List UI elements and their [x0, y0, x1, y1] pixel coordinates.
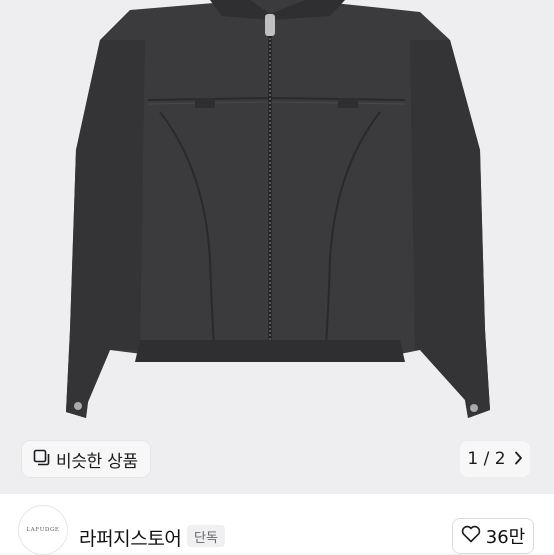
like-count: 36만	[485, 527, 526, 548]
heart-icon	[461, 525, 481, 547]
pager-count: 1 / 2	[467, 449, 506, 469]
product-image[interactable]	[0, 0, 554, 494]
similar-items-icon	[33, 449, 50, 470]
jacket-illustration	[66, 0, 490, 418]
similar-items-label: 비슷한 상품	[56, 451, 138, 472]
image-pager[interactable]: 1 / 2	[460, 441, 530, 477]
exclusive-badge: 단독	[187, 525, 225, 547]
similar-items-button[interactable]: 비슷한 상품	[22, 441, 150, 477]
chevron-right-icon	[514, 450, 523, 469]
like-button[interactable]: 36만	[452, 518, 534, 554]
seller-logo: LAFUDGE	[26, 527, 60, 533]
seller-name[interactable]: 라퍼지스토어	[79, 524, 182, 551]
seller-avatar[interactable]: LAFUDGE	[18, 505, 68, 555]
